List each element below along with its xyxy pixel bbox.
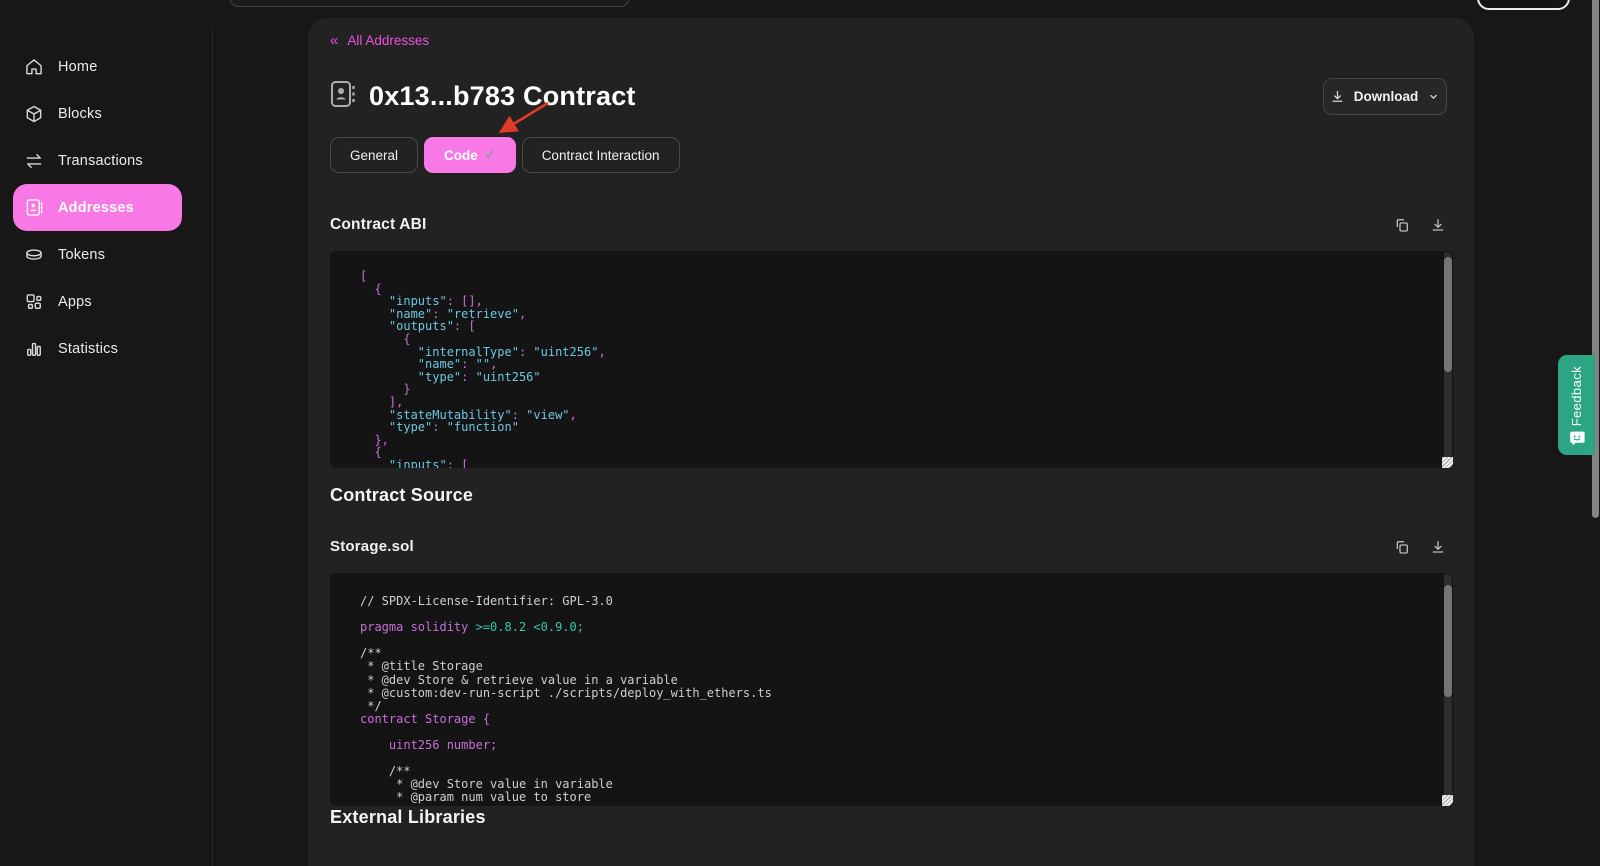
page-title: 0x13...b783 Contract xyxy=(369,81,636,112)
feedback-label: Feedback xyxy=(1569,366,1584,426)
code-line: { xyxy=(360,283,1453,296)
code-line: "type": "function" xyxy=(360,421,1453,434)
tab-code[interactable]: Code ✓ xyxy=(424,137,516,173)
code-line: // SPDX-License-Identifier: GPL-3.0 xyxy=(360,595,1453,608)
copy-icon[interactable] xyxy=(1394,217,1410,233)
download-button[interactable]: Download xyxy=(1323,78,1447,115)
code-line: * @param num value to store xyxy=(360,791,1453,804)
code-line: "type": "uint256" xyxy=(360,371,1453,384)
tab-label: Code xyxy=(444,148,478,163)
statistics-icon xyxy=(24,339,44,359)
contract-abi-code-block: [ { "inputs": [], "name": "retrieve", "o… xyxy=(330,251,1453,468)
tab-general[interactable]: General xyxy=(330,137,418,173)
search-input[interactable] xyxy=(229,0,630,7)
sidebar-item-label: Apps xyxy=(58,294,92,310)
external-libraries-title: External Libraries xyxy=(330,807,486,828)
code-line: pragma solidity >=0.8.2 <0.9.0; xyxy=(360,621,1453,634)
abi-scrollbar-thumb[interactable] xyxy=(1444,257,1452,372)
source-scrollbar-track[interactable] xyxy=(1444,574,1452,805)
addresses-icon xyxy=(24,198,44,218)
code-line: "outputs": [ xyxy=(360,320,1453,333)
code-line: uint256 number; xyxy=(360,739,1453,752)
abi-scrollbar-track[interactable] xyxy=(1444,252,1452,467)
source-scrollbar-thumb[interactable] xyxy=(1444,585,1452,697)
download-file-icon[interactable] xyxy=(1430,539,1446,555)
download-file-icon[interactable] xyxy=(1430,217,1446,233)
home-icon xyxy=(24,57,44,77)
sidebar-item-label: Tokens xyxy=(58,247,105,263)
tab-label: Contract Interaction xyxy=(542,148,660,163)
code-line: }, xyxy=(360,434,1453,447)
feedback-smiley-icon xyxy=(1569,430,1585,446)
code-line: { xyxy=(360,446,1453,459)
code-line: "stateMutability": "view", xyxy=(360,409,1453,422)
abi-resize-grip[interactable] xyxy=(1442,457,1453,468)
code-line: /** xyxy=(360,647,1453,660)
sidebar-item-label: Statistics xyxy=(58,341,118,357)
sidebar-item-apps[interactable]: Apps xyxy=(13,278,182,325)
sidebar-item-label: Transactions xyxy=(58,153,143,169)
contract-abi-title: Contract ABI xyxy=(330,216,427,234)
code-line: */ xyxy=(360,700,1453,713)
code-line xyxy=(360,752,1453,765)
breadcrumb[interactable]: « All Addresses xyxy=(330,33,429,48)
copy-icon[interactable] xyxy=(1394,539,1410,555)
code-line: contract Storage { xyxy=(360,713,1453,726)
sidebar-item-addresses[interactable]: Addresses xyxy=(13,184,182,231)
code-line: [ xyxy=(360,270,1453,283)
abi-code: [ { "inputs": [], "name": "retrieve", "o… xyxy=(330,251,1453,468)
tab-contract-interaction[interactable]: Contract Interaction xyxy=(522,137,680,173)
sidebar-item-statistics[interactable]: Statistics xyxy=(13,325,182,372)
top-right-button[interactable] xyxy=(1477,0,1570,10)
source-code-block: // SPDX-License-Identifier: GPL-3.0 prag… xyxy=(330,573,1453,806)
contract-source-title: Contract Source xyxy=(330,485,473,506)
title-row: 0x13...b783 Contract xyxy=(330,79,636,114)
tab-label: General xyxy=(350,148,398,163)
download-icon xyxy=(1330,89,1345,104)
sidebar-item-label: Blocks xyxy=(58,106,102,122)
chevron-down-icon xyxy=(1427,90,1440,103)
transactions-icon xyxy=(24,151,44,171)
code-line: "inputs": [ xyxy=(360,459,1453,468)
apps-icon xyxy=(24,292,44,312)
code-line: "name": "retrieve", xyxy=(360,308,1453,321)
source-file-name: Storage.sol xyxy=(330,538,414,555)
contract-card-icon xyxy=(330,79,356,114)
breadcrumb-label: All Addresses xyxy=(347,33,429,48)
feedback-button[interactable]: Feedback xyxy=(1558,355,1595,455)
code-line xyxy=(360,726,1453,739)
check-icon: ✓ xyxy=(485,147,496,163)
tab-list: General Code ✓ Contract Interaction xyxy=(330,137,680,173)
source-resize-grip[interactable] xyxy=(1442,795,1453,806)
source-code: // SPDX-License-Identifier: GPL-3.0 prag… xyxy=(330,573,1453,805)
code-line: "internalType": "uint256", xyxy=(360,346,1453,359)
sidebar-item-label: Home xyxy=(58,59,97,75)
main-panel: « All Addresses 0x13...b783 Contract Dow… xyxy=(308,18,1474,866)
code-line: } xyxy=(360,383,1453,396)
download-button-label: Download xyxy=(1354,89,1419,104)
sidebar-item-label: Addresses xyxy=(58,200,134,216)
code-line: * @custom:dev-run-script ./scripts/deplo… xyxy=(360,687,1453,700)
double-chevron-left-icon: « xyxy=(330,33,338,48)
tokens-icon xyxy=(24,245,44,265)
sidebar-item-tokens[interactable]: Tokens xyxy=(13,231,182,278)
sidebar-item-transactions[interactable]: Transactions xyxy=(13,137,182,184)
sidebar-divider xyxy=(212,26,213,866)
sidebar-item-home[interactable]: Home xyxy=(13,43,182,90)
sidebar-item-blocks[interactable]: Blocks xyxy=(13,90,182,137)
code-line xyxy=(360,634,1453,647)
sidebar-nav: Home Blocks Transactions Addresses Tokens App… xyxy=(0,43,212,372)
blocks-icon xyxy=(24,104,44,124)
